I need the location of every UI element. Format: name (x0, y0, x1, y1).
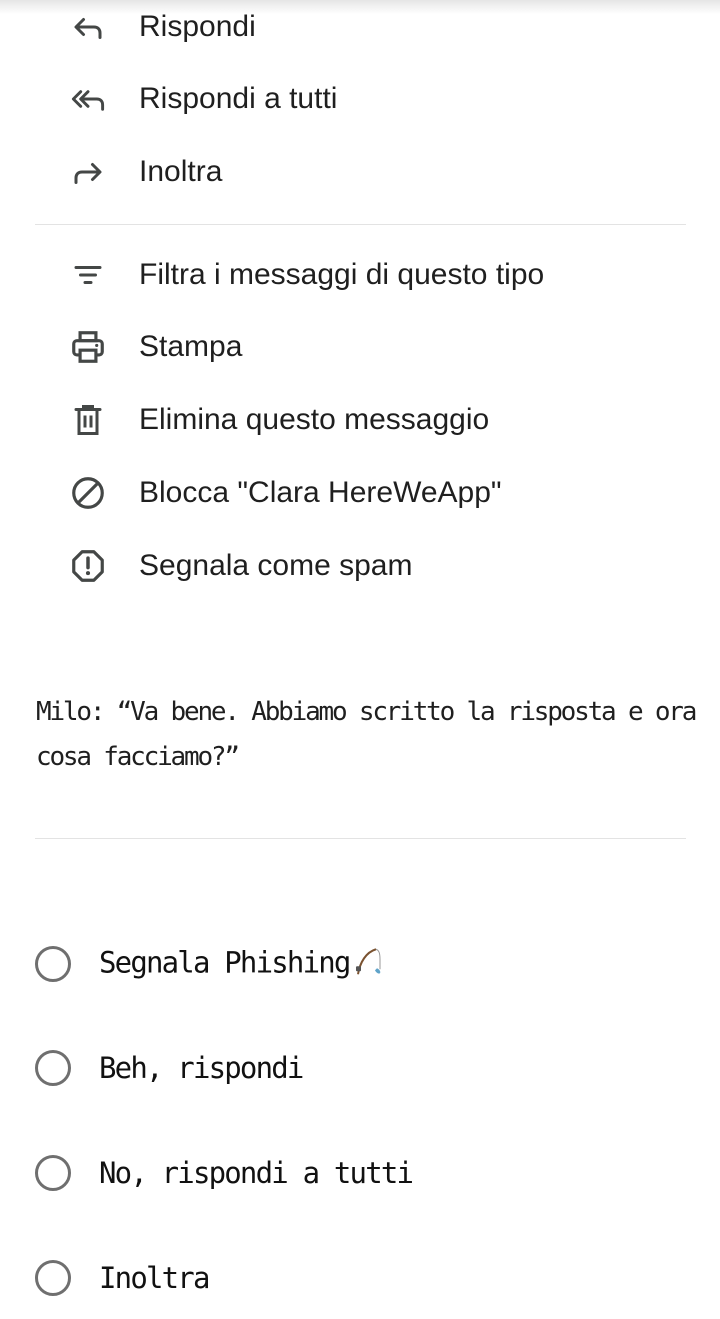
block-icon (66, 471, 110, 515)
menu-item-delete[interactable]: Elimina questo messaggio (0, 390, 720, 450)
radio-button[interactable] (35, 1155, 71, 1191)
menu-item-label: Elimina questo messaggio (139, 403, 490, 436)
option-label: Segnala Phishing (99, 945, 384, 983)
menu-item-label: Rispondi (139, 10, 256, 43)
quiz-option-report-phishing[interactable]: Segnala Phishing (0, 924, 720, 1004)
menu-item-report-spam[interactable]: Segnala come spam (0, 536, 720, 596)
radio-button[interactable] (35, 946, 71, 982)
radio-button[interactable] (35, 1260, 71, 1296)
option-label: Inoltra (99, 1261, 210, 1295)
menu-item-filter[interactable]: Filtra i messaggi di questo tipo (0, 245, 720, 305)
menu-item-label: Segnala come spam (139, 549, 413, 582)
menu-item-reply-all[interactable]: Rispondi a tutti (0, 69, 720, 129)
reply-icon (66, 5, 110, 49)
quiz-option-forward[interactable]: Inoltra (0, 1238, 720, 1318)
menu-item-block[interactable]: Blocca "Clara HereWeApp" (0, 463, 720, 523)
radio-button[interactable] (35, 1050, 71, 1086)
menu-item-label: Filtra i messaggi di questo tipo (139, 258, 545, 291)
menu-item-print[interactable]: Stampa (0, 317, 720, 377)
fishing-pole-icon (352, 946, 384, 983)
menu-item-label: Blocca "Clara HereWeApp" (139, 476, 502, 509)
trash-icon (66, 398, 110, 442)
menu-item-reply[interactable]: Rispondi (0, 0, 720, 57)
option-label: Beh, rispondi (99, 1051, 304, 1085)
menu-item-label: Stampa (139, 330, 243, 363)
quiz-option-reply-all[interactable]: No, rispondi a tutti (0, 1133, 720, 1213)
quiz-option-reply[interactable]: Beh, rispondi (0, 1028, 720, 1108)
menu-item-forward[interactable]: Inoltra (0, 142, 720, 202)
menu-item-label: Rispondi a tutti (139, 82, 338, 115)
reply-all-icon (66, 77, 110, 121)
option-label: No, rispondi a tutti (99, 1156, 414, 1190)
menu-divider (35, 224, 686, 225)
filter-icon (66, 253, 110, 297)
print-icon (66, 325, 110, 369)
content-divider (35, 838, 686, 839)
dialogue-text: Milo: “Va bene. Abbiamo scritto la rispo… (36, 697, 697, 772)
forward-icon (66, 150, 110, 194)
menu-item-label: Inoltra (139, 155, 223, 188)
report-spam-icon (66, 544, 110, 588)
